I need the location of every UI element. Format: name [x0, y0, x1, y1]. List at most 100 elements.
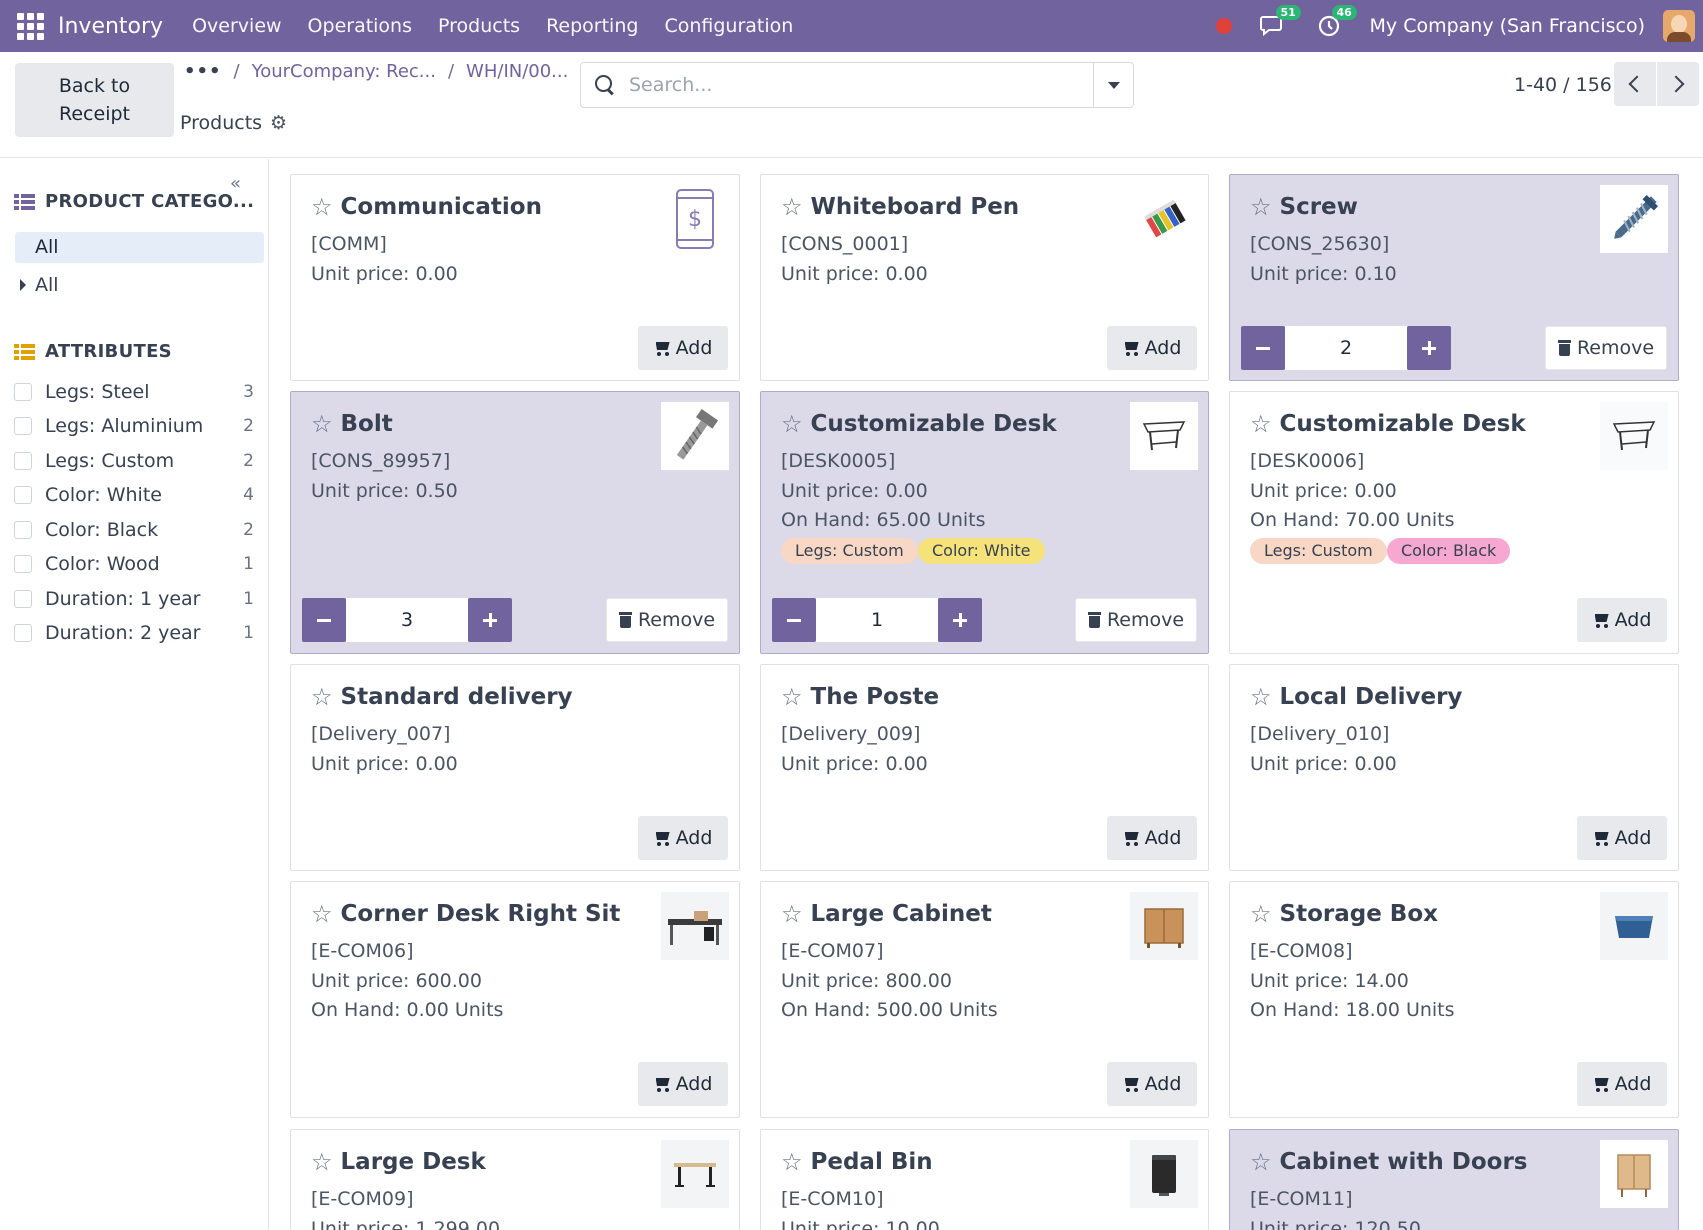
- attribute-filter[interactable]: Duration: 1 year 1: [14, 584, 254, 614]
- recording-indicator-icon[interactable]: [1215, 18, 1232, 34]
- attribute-checkbox[interactable]: [14, 417, 32, 435]
- increase-quantity-button[interactable]: [938, 598, 982, 642]
- product-card-selected[interactable]: ☆ Screw [CONS_25630] Unit price: 0.10 2 R…: [1229, 174, 1679, 381]
- favorite-star-icon[interactable]: ☆: [781, 683, 803, 711]
- attribute-checkbox[interactable]: [14, 486, 32, 504]
- pedal-bin-image: [1130, 1140, 1198, 1208]
- attribute-checkbox[interactable]: [14, 521, 32, 539]
- favorite-star-icon[interactable]: ☆: [311, 193, 333, 221]
- attribute-filter[interactable]: Color: White 4: [14, 480, 254, 510]
- favorite-star-icon[interactable]: ☆: [1250, 683, 1272, 711]
- attribute-checkbox[interactable]: [14, 452, 32, 470]
- breadcrumb-more-icon[interactable]: •••: [184, 61, 222, 82]
- pager-previous-button[interactable]: [1614, 62, 1656, 106]
- remove-button[interactable]: Remove: [1075, 598, 1197, 642]
- breadcrumb-picking-link[interactable]: WH/IN/00...: [466, 61, 568, 82]
- product-card-selected[interactable]: ☆ Cabinet with Doors [E-COM11] Unit price…: [1229, 1129, 1679, 1230]
- product-card[interactable]: ☆ Standard delivery [Delivery_007] Unit p…: [290, 664, 740, 871]
- back-to-receipt-button[interactable]: Back to Receipt: [15, 63, 174, 137]
- product-card[interactable]: ☆ Corner Desk Right Sit [E-COM06] Unit pr…: [290, 881, 740, 1118]
- quantity-value[interactable]: 2: [1284, 326, 1408, 370]
- product-card[interactable]: ☆ Pedal Bin [E-COM10] Unit price: 10.00: [760, 1129, 1209, 1230]
- attribute-filter[interactable]: Color: Black 2: [14, 515, 254, 545]
- favorite-star-icon[interactable]: ☆: [1250, 900, 1272, 928]
- activity-clock-icon[interactable]: 46: [1314, 5, 1357, 41]
- favorite-star-icon[interactable]: ☆: [1250, 410, 1272, 438]
- product-card[interactable]: ☆ Large Cabinet [E-COM07] Unit price: 800…: [760, 881, 1209, 1118]
- quantity-value[interactable]: 3: [345, 598, 469, 642]
- favorite-star-icon[interactable]: ☆: [781, 900, 803, 928]
- add-button[interactable]: Add: [1577, 1062, 1667, 1106]
- company-switcher[interactable]: My Company (San Francisco): [1370, 15, 1645, 37]
- menu-reporting[interactable]: Reporting: [533, 15, 651, 37]
- add-button[interactable]: Add: [638, 1062, 728, 1106]
- corner-desk-image: [661, 892, 729, 960]
- menu-products[interactable]: Products: [425, 15, 533, 37]
- product-card[interactable]: ☆ Communication [COMM] Unit price: 0.00 $…: [290, 174, 740, 381]
- decrease-quantity-button[interactable]: [1241, 326, 1285, 370]
- user-avatar[interactable]: [1663, 10, 1695, 42]
- messages-icon[interactable]: 51: [1258, 5, 1301, 41]
- attribute-checkbox[interactable]: [14, 555, 32, 573]
- attribute-checkbox[interactable]: [14, 383, 32, 401]
- product-card[interactable]: ☆ Local Delivery [Delivery_010] Unit pric…: [1229, 664, 1679, 871]
- favorite-star-icon[interactable]: ☆: [311, 900, 333, 928]
- add-button[interactable]: Add: [1577, 816, 1667, 860]
- product-card[interactable]: ☆ Whiteboard Pen [CONS_0001] Unit price: …: [760, 174, 1209, 381]
- activities-badge: 46: [1331, 5, 1357, 20]
- attribute-tag: Legs: Custom: [781, 538, 918, 564]
- attribute-checkbox[interactable]: [14, 590, 32, 608]
- menu-overview[interactable]: Overview: [179, 15, 294, 37]
- increase-quantity-button[interactable]: [1407, 326, 1451, 370]
- attribute-tag: Legs: Custom: [1250, 538, 1387, 564]
- favorite-star-icon[interactable]: ☆: [1250, 1148, 1272, 1176]
- favorite-star-icon[interactable]: ☆: [1250, 193, 1272, 221]
- attribute-filter[interactable]: Legs: Custom 2: [14, 446, 254, 476]
- quantity-value[interactable]: 1: [815, 598, 939, 642]
- product-card[interactable]: ☆ Storage Box [E-COM08] Unit price: 14.00…: [1229, 881, 1679, 1118]
- add-button[interactable]: Add: [1577, 598, 1667, 642]
- favorite-star-icon[interactable]: ☆: [781, 1148, 803, 1176]
- gear-icon[interactable]: ⚙: [270, 112, 287, 134]
- product-card-selected[interactable]: ☆ Bolt [CONS_89957] Unit price: 0.50 3 Re…: [290, 391, 740, 654]
- category-all-selected[interactable]: All: [15, 232, 264, 263]
- favorite-star-icon[interactable]: ☆: [781, 410, 803, 438]
- search-input[interactable]: [629, 74, 1079, 96]
- desk-image: [1600, 402, 1668, 470]
- quantity-stepper: 3: [302, 598, 512, 642]
- attribute-filter[interactable]: Legs: Steel 3: [14, 377, 254, 407]
- product-card[interactable]: ☆ Customizable Desk [DESK0006] Unit price…: [1229, 391, 1679, 654]
- favorite-star-icon[interactable]: ☆: [311, 683, 333, 711]
- decrease-quantity-button[interactable]: [302, 598, 346, 642]
- attribute-checkbox[interactable]: [14, 624, 32, 642]
- search-options-toggle[interactable]: [1093, 63, 1133, 107]
- attribute-filter[interactable]: Duration: 2 year 1: [14, 618, 254, 648]
- remove-button[interactable]: Remove: [606, 598, 728, 642]
- favorite-star-icon[interactable]: ☆: [781, 193, 803, 221]
- attribute-filter[interactable]: Legs: Aluminium 2: [14, 411, 254, 441]
- caret-right-icon[interactable]: [20, 279, 26, 291]
- breadcrumb-receipt-link[interactable]: YourCompany: Rec...: [252, 61, 436, 82]
- increase-quantity-button[interactable]: [468, 598, 512, 642]
- add-button[interactable]: Add: [638, 816, 728, 860]
- decrease-quantity-button[interactable]: [772, 598, 816, 642]
- product-card[interactable]: ☆ Large Desk [E-COM09] Unit price: 1,299.…: [290, 1129, 740, 1230]
- add-button[interactable]: Add: [1107, 816, 1197, 860]
- add-button[interactable]: Add: [638, 326, 728, 370]
- cart-icon: [1123, 340, 1141, 356]
- app-name[interactable]: Inventory: [58, 14, 163, 39]
- add-button[interactable]: Add: [1107, 1062, 1197, 1106]
- product-card[interactable]: ☆ The Poste [Delivery_009] Unit price: 0.…: [760, 664, 1209, 871]
- product-card-selected[interactable]: ☆ Customizable Desk [DESK0005] Unit price…: [760, 391, 1209, 654]
- pager-next-button[interactable]: [1657, 62, 1699, 106]
- menu-configuration[interactable]: Configuration: [651, 15, 806, 37]
- category-all[interactable]: All: [20, 274, 59, 296]
- menu-operations[interactable]: Operations: [295, 15, 425, 37]
- favorite-star-icon[interactable]: ☆: [311, 410, 333, 438]
- app-grid-icon[interactable]: [16, 12, 44, 40]
- remove-button[interactable]: Remove: [1545, 326, 1667, 370]
- add-button[interactable]: Add: [1107, 326, 1197, 370]
- favorite-star-icon[interactable]: ☆: [311, 1148, 333, 1176]
- attribute-filter[interactable]: Color: Wood 1: [14, 549, 254, 579]
- pager-value[interactable]: 1-40 / 156: [1514, 74, 1612, 96]
